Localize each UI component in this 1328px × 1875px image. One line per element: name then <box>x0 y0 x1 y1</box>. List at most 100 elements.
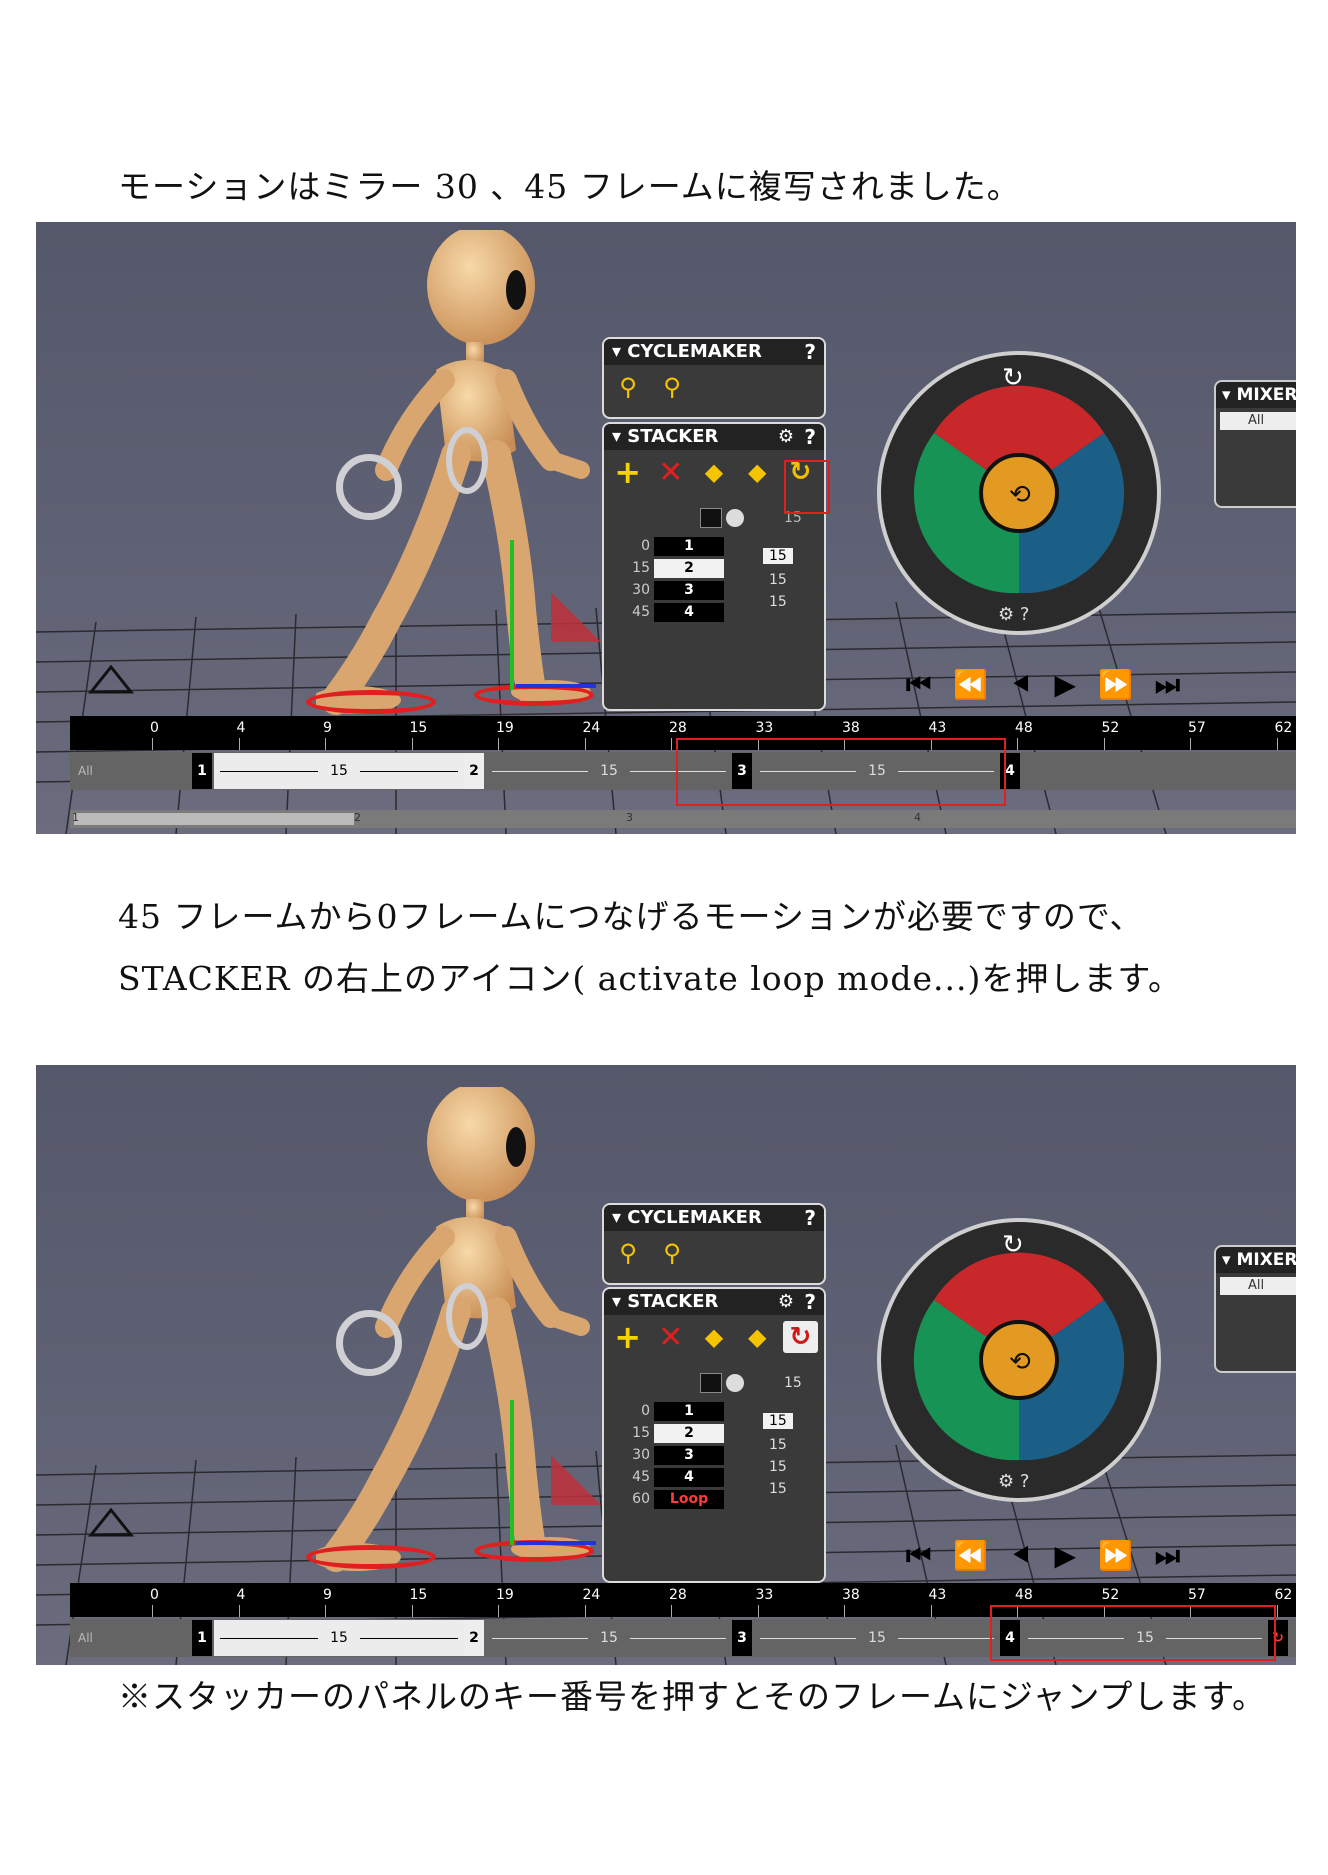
foot-control-ring[interactable] <box>306 690 436 714</box>
reverse-icon[interactable]: ⯇ <box>1010 668 1032 702</box>
key-number-button[interactable]: 2 <box>654 558 724 578</box>
scroll-marker: 3 <box>626 811 633 824</box>
svg-text:↻: ↻ <box>1002 363 1024 393</box>
key-number-button[interactable]: 1 <box>654 1401 724 1421</box>
caption-key-jump-note: ※スタッカーのパネルのキー番号を押すとそのフレームにジャンプします。 <box>118 1677 1267 1716</box>
gear-icon[interactable]: ⚙ <box>778 1289 794 1315</box>
jump-first-key-icon[interactable]: ⏮ <box>906 1539 931 1573</box>
clock-icon[interactable] <box>726 1374 744 1392</box>
mixer-panel: ▾ MIXER All <box>1214 1245 1296 1373</box>
help-icon[interactable]: ? <box>804 1205 816 1231</box>
play-icon[interactable]: ▶ <box>1054 1539 1076 1573</box>
grid-toggle-icon[interactable] <box>700 1373 722 1393</box>
cycle-walk-icon[interactable]: ⚲ <box>654 1237 690 1269</box>
caption-press-loop-icon: STACKER の右上のアイコン( activate loop mode...)… <box>118 959 1183 998</box>
timeline-scrollbar[interactable]: 1 2 3 4 <box>70 810 1296 828</box>
key-duration[interactable]: 15 <box>769 572 787 588</box>
scrollbar-thumb[interactable] <box>74 813 354 825</box>
key-duration[interactable]: 15 <box>769 594 787 610</box>
add-key-icon[interactable]: + <box>610 453 645 491</box>
prev-key-icon[interactable]: ⏪ <box>953 668 988 702</box>
hand-control-ring[interactable] <box>336 1310 402 1376</box>
next-key-icon[interactable]: ⏩ <box>1098 668 1133 702</box>
track-segment[interactable]: 15 <box>214 1620 464 1656</box>
hide-key-icon[interactable]: ◆ <box>740 1321 775 1353</box>
mixer-all-layer[interactable]: All <box>1220 412 1296 430</box>
mixer-title: ▾ MIXER <box>1216 1247 1296 1273</box>
svg-text:⟲: ⟲ <box>1009 1347 1031 1377</box>
key-number-button[interactable]: 3 <box>654 1445 724 1465</box>
add-key-icon[interactable]: + <box>610 1318 645 1356</box>
x-axis-gizmo[interactable] <box>516 1541 596 1545</box>
track-segment[interactable]: 15 <box>754 1620 1000 1656</box>
key-number-button[interactable]: 3 <box>654 580 724 600</box>
track-key[interactable]: 2 <box>464 1620 484 1656</box>
jump-last-key-icon[interactable]: ⏭ <box>1155 1539 1180 1573</box>
help-icon[interactable]: ? <box>804 424 816 450</box>
key-frame: 45 <box>632 1469 650 1485</box>
track-key[interactable]: 2 <box>464 753 484 789</box>
loop-key-button[interactable]: Loop <box>654 1489 724 1509</box>
radial-controller[interactable]: ⟲ ↻ ⚙ ? <box>874 1215 1164 1505</box>
mixer-all-layer[interactable]: All <box>1220 1277 1296 1295</box>
y-axis-gizmo[interactable] <box>510 1400 514 1545</box>
track-key[interactable]: 1 <box>192 1620 212 1656</box>
stacker-header: ▾ STACKER ⚙? <box>604 424 824 450</box>
jump-first-key-icon[interactable]: ⏮ <box>906 668 931 702</box>
hand-control-ring[interactable] <box>336 454 402 520</box>
key-number-button[interactable]: 4 <box>654 602 724 622</box>
gear-icon[interactable]: ⚙ <box>778 424 794 450</box>
timeline-tick-mark <box>1103 738 1105 750</box>
jump-last-key-icon[interactable]: ⏭ <box>1155 668 1180 702</box>
key-number-button[interactable]: 2 <box>654 1423 724 1443</box>
timeline-tick-mark <box>757 1605 759 1617</box>
help-icon[interactable]: ? <box>804 1289 816 1315</box>
timeline-tick-label: 43 <box>928 1587 947 1603</box>
cycle-mirror-icon[interactable]: ⚲ <box>610 371 646 403</box>
hand-control-ring[interactable] <box>446 1283 488 1350</box>
hand-control-ring[interactable] <box>446 427 488 494</box>
delete-key-icon[interactable]: ✕ <box>653 455 688 490</box>
grid-toggle-icon[interactable] <box>700 508 722 528</box>
timeline-tick-mark <box>411 1605 413 1617</box>
timeline-tick-mark <box>411 738 413 750</box>
key-frame: 30 <box>632 582 650 598</box>
hide-key-icon[interactable]: ◆ <box>740 456 775 488</box>
track-segment[interactable]: 15 <box>214 753 464 789</box>
mixer-panel: ▾ MIXER All <box>1214 380 1296 508</box>
delete-key-icon[interactable]: ✕ <box>653 1320 688 1355</box>
activate-loop-mode-icon[interactable]: ↻ <box>782 1321 819 1353</box>
track-key[interactable]: 1 <box>192 753 212 789</box>
key-number-button[interactable]: 4 <box>654 1467 724 1487</box>
key-duration[interactable]: 15 <box>769 1437 787 1453</box>
y-axis-gizmo[interactable] <box>510 540 514 690</box>
next-key-icon[interactable]: ⏩ <box>1098 1539 1133 1573</box>
reverse-icon[interactable]: ⯇ <box>1010 1539 1032 1573</box>
radial-controller[interactable]: ⟲ ↻ ⚙ ? <box>874 348 1164 638</box>
key-duration[interactable]: 15 <box>769 1481 787 1497</box>
show-key-icon[interactable]: ◆ <box>696 456 731 488</box>
timeline-tick-label: 57 <box>1188 720 1206 736</box>
stacker-duration[interactable]: 15 <box>784 1375 802 1391</box>
foot-control-ring[interactable] <box>306 1545 436 1569</box>
cycle-walk-icon[interactable]: ⚲ <box>654 371 690 403</box>
x-axis-gizmo[interactable] <box>516 684 596 688</box>
timeline-tick-label: 33 <box>755 720 774 736</box>
key-duration[interactable]: 15 <box>769 1459 787 1475</box>
key-duration[interactable]: 15 <box>763 548 793 564</box>
prev-key-icon[interactable]: ⏪ <box>953 1539 988 1573</box>
key-number-button[interactable]: 1 <box>654 536 724 556</box>
timeline-tick-label: 43 <box>928 720 947 736</box>
track-key[interactable]: 3 <box>732 1620 752 1656</box>
cyclemaker-panel: ▾ CYCLEMAKER? ⚲ ⚲ <box>602 1203 826 1285</box>
play-icon[interactable]: ▶ <box>1054 668 1076 702</box>
svg-text:⚙ ?: ⚙ ? <box>998 1471 1029 1492</box>
key-duration[interactable]: 15 <box>763 1413 793 1429</box>
stacker-panel: ▾ STACKER ⚙? + ✕ ◆ ◆ ↻ 15 01 15 2 30 3 45 4 … <box>602 1287 826 1583</box>
cycle-mirror-icon[interactable]: ⚲ <box>610 1237 646 1269</box>
help-icon[interactable]: ? <box>804 339 816 365</box>
clock-icon[interactable] <box>726 509 744 527</box>
track-segment[interactable]: 15 <box>486 1620 732 1656</box>
timeline-tick-label: 4 <box>236 720 246 736</box>
show-key-icon[interactable]: ◆ <box>696 1321 731 1353</box>
